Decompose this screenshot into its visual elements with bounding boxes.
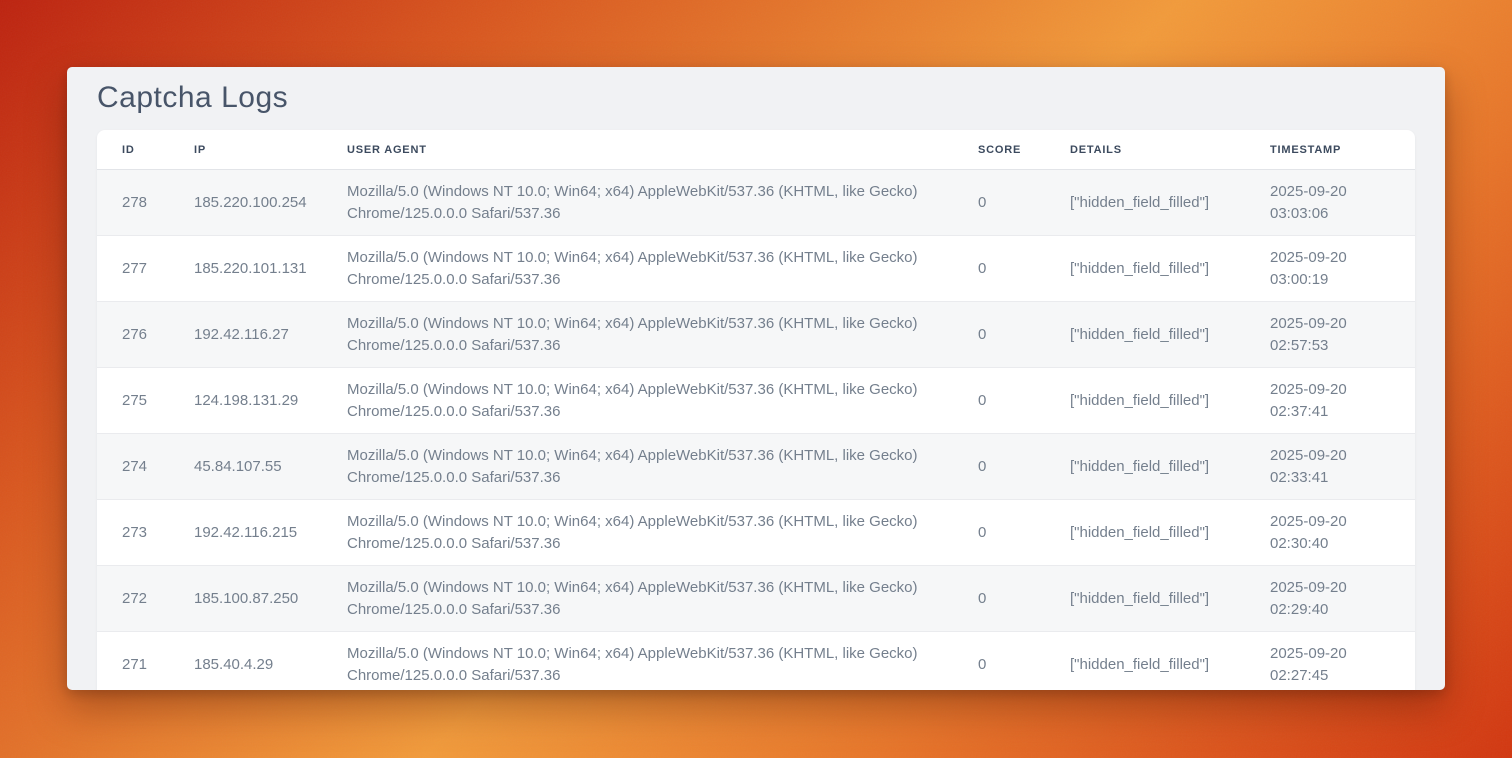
cell-timestamp: 2025-09-20 02:33:41 — [1245, 434, 1415, 500]
cell-id: 272 — [97, 566, 169, 632]
cell-id: 273 — [97, 500, 169, 566]
cell-ip: 192.42.116.27 — [169, 302, 322, 368]
cell-ip: 45.84.107.55 — [169, 434, 322, 500]
cell-details: ["hidden_field_filled"] — [1045, 302, 1245, 368]
table-row: 273192.42.116.215Mozilla/5.0 (Windows NT… — [97, 500, 1415, 566]
captcha-logs-table: ID IP USER AGENT SCORE DETAILS TIMESTAMP… — [97, 130, 1415, 690]
cell-timestamp: 2025-09-20 02:57:53 — [1245, 302, 1415, 368]
cell-ip: 185.220.101.131 — [169, 236, 322, 302]
cell-user-agent: Mozilla/5.0 (Windows NT 10.0; Win64; x64… — [322, 500, 953, 566]
cell-id: 275 — [97, 368, 169, 434]
captcha-logs-card: Captcha Logs ID IP USER AGENT SCORE DETA… — [67, 67, 1445, 690]
cell-ip: 185.220.100.254 — [169, 170, 322, 236]
column-header-user-agent: USER AGENT — [322, 130, 953, 170]
column-header-timestamp: TIMESTAMP — [1245, 130, 1415, 170]
cell-score: 0 — [953, 566, 1045, 632]
cell-score: 0 — [953, 368, 1045, 434]
cell-details: ["hidden_field_filled"] — [1045, 170, 1245, 236]
cell-timestamp: 2025-09-20 03:00:19 — [1245, 236, 1415, 302]
column-header-details: DETAILS — [1045, 130, 1245, 170]
cell-details: ["hidden_field_filled"] — [1045, 632, 1245, 691]
cell-details: ["hidden_field_filled"] — [1045, 368, 1245, 434]
captcha-logs-table-container: ID IP USER AGENT SCORE DETAILS TIMESTAMP… — [97, 130, 1415, 690]
table-row: 277185.220.101.131Mozilla/5.0 (Windows N… — [97, 236, 1415, 302]
cell-details: ["hidden_field_filled"] — [1045, 566, 1245, 632]
cell-score: 0 — [953, 434, 1045, 500]
cell-details: ["hidden_field_filled"] — [1045, 500, 1245, 566]
cell-id: 277 — [97, 236, 169, 302]
cell-id: 276 — [97, 302, 169, 368]
table-row: 272185.100.87.250Mozilla/5.0 (Windows NT… — [97, 566, 1415, 632]
cell-timestamp: 2025-09-20 02:37:41 — [1245, 368, 1415, 434]
cell-score: 0 — [953, 302, 1045, 368]
cell-timestamp: 2025-09-20 02:27:45 — [1245, 632, 1415, 691]
table-body: 278185.220.100.254Mozilla/5.0 (Windows N… — [97, 170, 1415, 691]
column-header-ip: IP — [169, 130, 322, 170]
cell-user-agent: Mozilla/5.0 (Windows NT 10.0; Win64; x64… — [322, 632, 953, 691]
cell-score: 0 — [953, 632, 1045, 691]
cell-user-agent: Mozilla/5.0 (Windows NT 10.0; Win64; x64… — [322, 170, 953, 236]
cell-timestamp: 2025-09-20 03:03:06 — [1245, 170, 1415, 236]
cell-user-agent: Mozilla/5.0 (Windows NT 10.0; Win64; x64… — [322, 434, 953, 500]
table-row: 271185.40.4.29Mozilla/5.0 (Windows NT 10… — [97, 632, 1415, 691]
table-row: 276192.42.116.27Mozilla/5.0 (Windows NT … — [97, 302, 1415, 368]
cell-ip: 185.40.4.29 — [169, 632, 322, 691]
cell-ip: 192.42.116.215 — [169, 500, 322, 566]
cell-user-agent: Mozilla/5.0 (Windows NT 10.0; Win64; x64… — [322, 566, 953, 632]
cell-user-agent: Mozilla/5.0 (Windows NT 10.0; Win64; x64… — [322, 236, 953, 302]
header-row: ID IP USER AGENT SCORE DETAILS TIMESTAMP — [97, 130, 1415, 170]
cell-details: ["hidden_field_filled"] — [1045, 434, 1245, 500]
page-title: Captcha Logs — [97, 67, 1415, 130]
table-row: 278185.220.100.254Mozilla/5.0 (Windows N… — [97, 170, 1415, 236]
table-row: 275124.198.131.29Mozilla/5.0 (Windows NT… — [97, 368, 1415, 434]
table-header: ID IP USER AGENT SCORE DETAILS TIMESTAMP — [97, 130, 1415, 170]
cell-ip: 185.100.87.250 — [169, 566, 322, 632]
cell-id: 274 — [97, 434, 169, 500]
cell-score: 0 — [953, 170, 1045, 236]
cell-id: 278 — [97, 170, 169, 236]
cell-details: ["hidden_field_filled"] — [1045, 236, 1245, 302]
cell-timestamp: 2025-09-20 02:30:40 — [1245, 500, 1415, 566]
app-background: { "page": { "title": "Captcha Logs" }, "… — [0, 0, 1512, 758]
column-header-score: SCORE — [953, 130, 1045, 170]
cell-score: 0 — [953, 236, 1045, 302]
table-row: 27445.84.107.55Mozilla/5.0 (Windows NT 1… — [97, 434, 1415, 500]
cell-ip: 124.198.131.29 — [169, 368, 322, 434]
cell-user-agent: Mozilla/5.0 (Windows NT 10.0; Win64; x64… — [322, 302, 953, 368]
cell-timestamp: 2025-09-20 02:29:40 — [1245, 566, 1415, 632]
cell-user-agent: Mozilla/5.0 (Windows NT 10.0; Win64; x64… — [322, 368, 953, 434]
cell-score: 0 — [953, 500, 1045, 566]
column-header-id: ID — [97, 130, 169, 170]
cell-id: 271 — [97, 632, 169, 691]
